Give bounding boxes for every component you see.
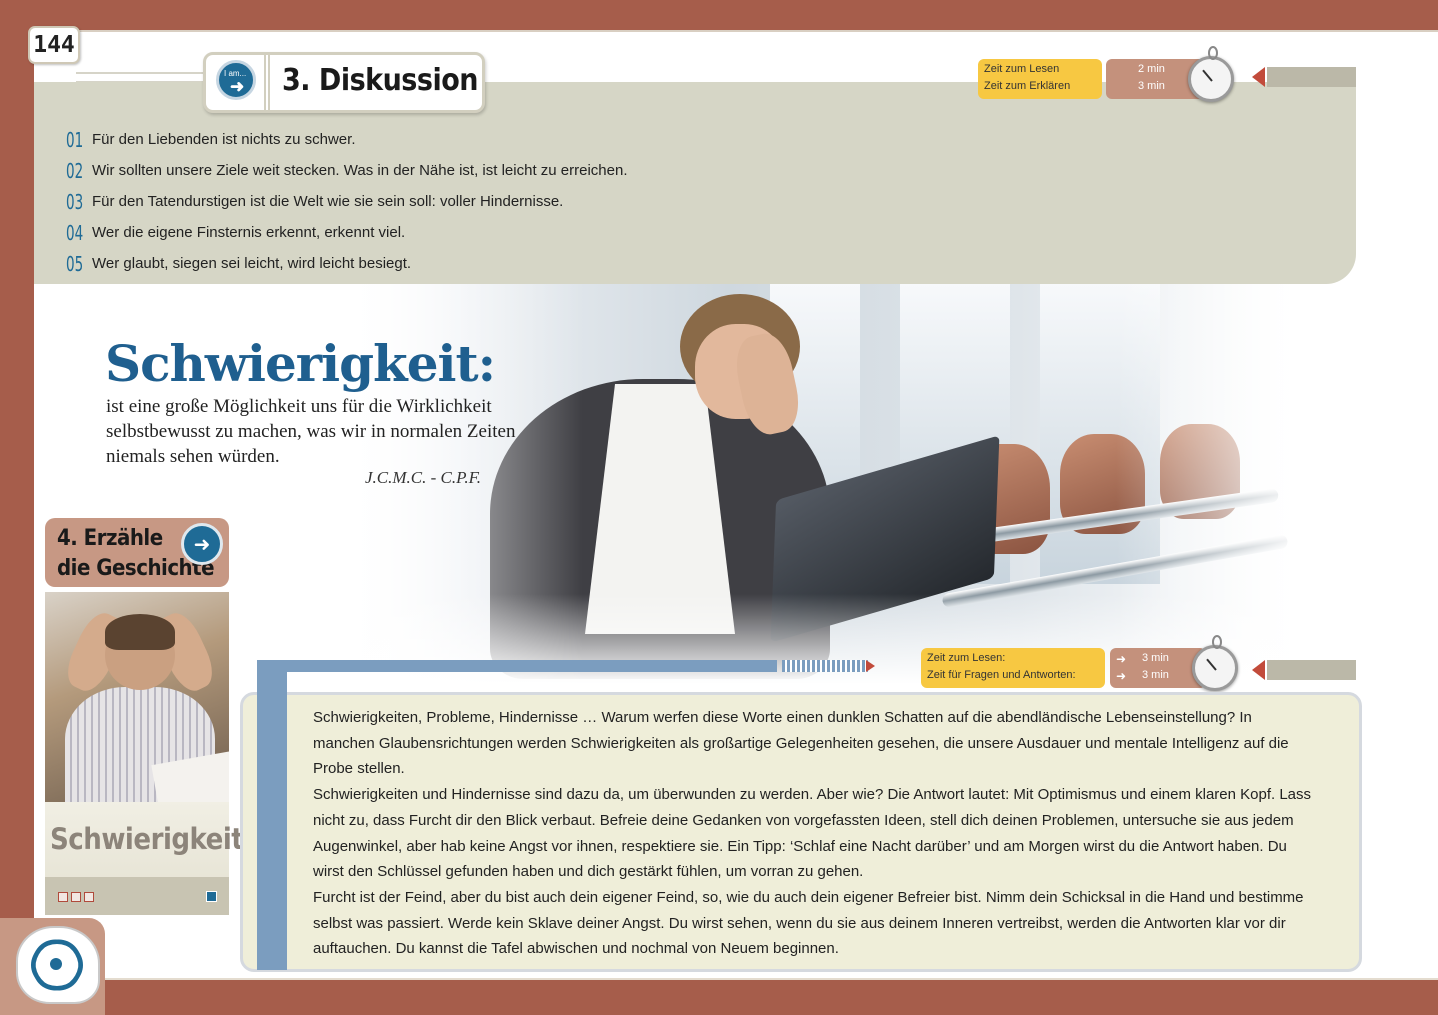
story-paragraph: Schwierigkeiten, Probleme, Hindernisse …… bbox=[313, 709, 1289, 778]
square-marker-icon bbox=[206, 891, 217, 902]
arrow-marker-icon bbox=[1252, 67, 1265, 87]
item-number: 04 bbox=[66, 220, 84, 245]
brain-atom-icon bbox=[16, 926, 100, 1004]
list-item: 04 Wer die eigene Finsternis erkennt, erk… bbox=[66, 217, 628, 248]
item-number: 01 bbox=[66, 127, 84, 152]
item-number: 02 bbox=[66, 158, 84, 183]
arrow-marker-icon bbox=[866, 660, 875, 672]
item-number: 05 bbox=[66, 251, 84, 276]
item-text: Wer glaubt, siegen sei leicht, wird leic… bbox=[92, 255, 412, 272]
decorative-bar bbox=[257, 692, 287, 970]
item-number: 03 bbox=[66, 189, 84, 214]
story-paragraph: Furcht ist der Feind, aber du bist auch … bbox=[313, 888, 1304, 958]
story-text: Schwierigkeiten, Probleme, Hindernisse …… bbox=[313, 705, 1313, 962]
timer-labels: Zeit zum Lesen Zeit zum Erklären bbox=[978, 59, 1102, 99]
decorative-bar bbox=[257, 660, 777, 672]
timer-label-read: Zeit zum Lesen: bbox=[927, 652, 1006, 664]
story-card-title: Schwierigkeit bbox=[50, 822, 244, 856]
pagination-dots bbox=[58, 892, 94, 902]
stressed-man-photo bbox=[45, 592, 229, 802]
list-item: 03 Für den Tatendurstigen ist die Welt wi… bbox=[66, 186, 628, 217]
speech-arrow-icon: I am... ➜ bbox=[216, 60, 256, 100]
list-item: 05 Wer glaubt, siegen sei leicht, wird le… bbox=[66, 248, 628, 279]
stopwatch-icon bbox=[1192, 635, 1238, 691]
dot bbox=[84, 892, 94, 902]
stopwatch-icon bbox=[1188, 46, 1234, 102]
dot bbox=[58, 892, 68, 902]
page-number: 144 bbox=[28, 26, 80, 64]
item-text: Wer die eigene Finsternis erkennt, erken… bbox=[92, 224, 406, 241]
timer-label-explain: Zeit zum Erklären bbox=[984, 80, 1071, 92]
item-text: Wir sollten unsere Ziele weit stecken. W… bbox=[92, 162, 628, 179]
dot bbox=[71, 892, 81, 902]
story-arrow-icon: ➜ bbox=[181, 523, 223, 565]
decorative-stripes bbox=[782, 660, 868, 672]
statement-list: 01 Für den Liebenden ist nichts zu schwer… bbox=[66, 124, 628, 279]
divider bbox=[105, 978, 1438, 980]
decorative-bar bbox=[1267, 660, 1356, 680]
section-title: 3. Diskussion bbox=[282, 63, 478, 98]
arrow-bullet-icon: ➜ ➜ bbox=[1116, 652, 1127, 683]
discussion-header: I am... ➜ 3. Diskussion bbox=[203, 52, 485, 113]
arrow-marker-icon bbox=[1252, 660, 1265, 680]
item-text: Für den Tatendurstigen ist die Welt wie … bbox=[92, 193, 564, 210]
timer-labels: Zeit zum Lesen: Zeit für Fragen und Antw… bbox=[921, 648, 1105, 688]
story-paragraph: Schwierigkeiten und Hindernisse sind daz… bbox=[313, 786, 1312, 881]
header-divider bbox=[264, 55, 270, 110]
list-item: 01 Für den Liebenden ist nichts zu schwer… bbox=[66, 124, 628, 155]
quote-text: ist eine große Möglichkeit uns für die W… bbox=[106, 396, 516, 467]
quote-author: J.C.M.C. - C.P.F. bbox=[365, 468, 482, 487]
item-text: Für den Liebenden ist nichts zu schwer. bbox=[92, 131, 356, 148]
list-item: 02 Wir sollten unsere Ziele weit stecken.… bbox=[66, 155, 628, 186]
story-header: 4. Erzähle die Geschichte ➜ bbox=[45, 518, 229, 587]
timer-label-read: Zeit zum Lesen bbox=[984, 63, 1060, 75]
timer-label-questions: Zeit für Fragen und Antworten: bbox=[927, 669, 1076, 681]
quote-title: Schwierigkeit: bbox=[105, 334, 496, 393]
decorative-bar bbox=[1267, 67, 1356, 87]
